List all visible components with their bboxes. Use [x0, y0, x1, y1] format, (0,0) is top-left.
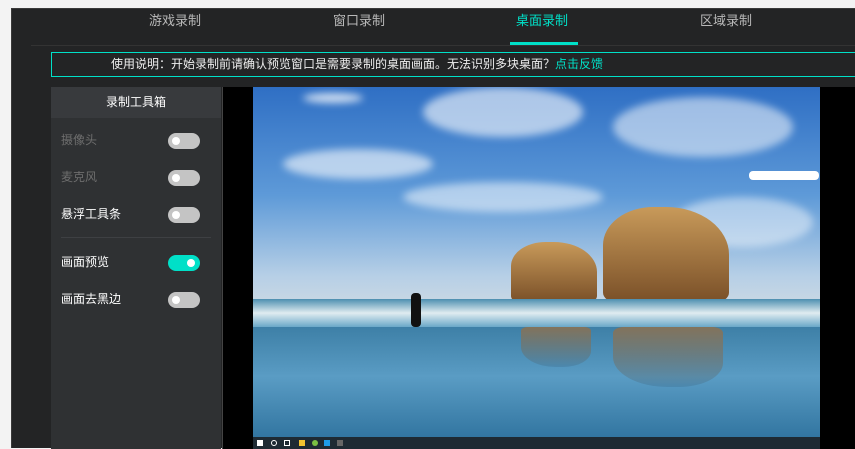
- toolbox-panel: 录制工具箱 摄像头 麦克风 悬浮工具条 画面预览 画面去黑边: [51, 87, 221, 449]
- preview-label: 画面预览: [61, 255, 110, 269]
- rock: [603, 207, 729, 302]
- microphone-toggle[interactable]: [168, 170, 200, 186]
- remove-black-border-toggle[interactable]: [168, 292, 200, 308]
- runner: [411, 293, 421, 327]
- active-tab-indicator: [510, 42, 578, 45]
- taskbar: [253, 437, 820, 449]
- preview-toggle[interactable]: [168, 255, 200, 271]
- toolbox-item-microphone: 麦克风: [51, 159, 221, 196]
- usage-notice: 使用说明：开始录制前请确认预览窗口是需要录制的桌面画面。无法识别多块桌面？点击反…: [51, 52, 855, 77]
- tab-desktop-record[interactable]: 桌面录制: [482, 12, 602, 32]
- toolbox-item-preview: 画面预览: [51, 244, 221, 281]
- tab-divider: [31, 45, 855, 46]
- remove-black-border-label: 画面去黑边: [61, 292, 122, 306]
- desktop-preview-image: [253, 87, 820, 449]
- app-window: 游戏录制 窗口录制 桌面录制 区域录制 使用说明：开始录制前请确认预览窗口是需要…: [11, 8, 855, 449]
- floating-toolbar-toggle[interactable]: [168, 207, 200, 223]
- toolbox-item-floating-toolbar: 悬浮工具条: [51, 196, 221, 233]
- toolbox-title: 录制工具箱: [51, 87, 221, 118]
- tab-window-record[interactable]: 窗口录制: [299, 12, 419, 32]
- camera-toggle[interactable]: [168, 133, 200, 149]
- toolbox-divider: [61, 237, 211, 238]
- feedback-link[interactable]: 点击反馈: [555, 57, 603, 71]
- toolbox-item-remove-black-border: 画面去黑边: [51, 281, 221, 318]
- tab-game-record[interactable]: 游戏录制: [115, 12, 235, 32]
- microphone-label: 麦克风: [61, 170, 98, 184]
- rock: [511, 242, 597, 302]
- preview-area: [222, 87, 855, 449]
- floating-toolbar-preview: [749, 171, 819, 180]
- toolbox-item-camera: 摄像头: [51, 122, 221, 159]
- tab-region-record[interactable]: 区域录制: [666, 12, 786, 32]
- notice-text: 使用说明：开始录制前请确认预览窗口是需要录制的桌面画面。无法识别多块桌面？: [111, 57, 556, 71]
- camera-label: 摄像头: [61, 133, 98, 147]
- floating-toolbar-label: 悬浮工具条: [61, 207, 122, 221]
